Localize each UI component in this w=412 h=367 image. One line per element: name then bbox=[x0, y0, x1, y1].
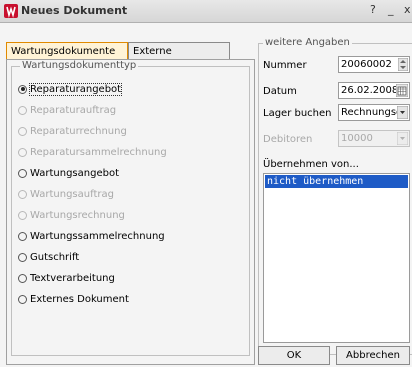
radio-reparaturrechnung[interactable]: Reparaturrechnung bbox=[18, 124, 127, 138]
calendar-icon[interactable] bbox=[396, 84, 408, 97]
tab-externe-dokumente[interactable]: Externe Dokumente bbox=[128, 42, 230, 75]
tab-label: Wartungsdokumente bbox=[11, 46, 116, 57]
radio-wartungsauftrag[interactable]: Wartungsauftrag bbox=[18, 187, 114, 201]
uebernehmen-label: Übernehmen von... bbox=[263, 159, 359, 170]
app-icon bbox=[4, 4, 18, 18]
radio-wartungsrechnung[interactable]: Wartungsrechnung bbox=[18, 208, 125, 222]
debitoren-value: 10000 bbox=[341, 133, 373, 144]
radio-icon bbox=[18, 210, 27, 220]
radio-icon bbox=[18, 126, 27, 136]
nummer-value: 20060002 bbox=[341, 59, 392, 70]
lager-value: Rechnungsd bbox=[341, 107, 403, 118]
datum-label: Datum bbox=[263, 86, 297, 97]
radio-label: Externes Dokument bbox=[30, 293, 129, 305]
minimize-button[interactable]: _ bbox=[388, 3, 394, 16]
radio-label: Reparaturangebot bbox=[28, 82, 123, 96]
dropdown-icon[interactable] bbox=[397, 106, 408, 119]
help-button[interactable]: ? bbox=[370, 3, 376, 16]
radio-icon bbox=[18, 84, 27, 94]
debitoren-select[interactable]: 10000 bbox=[338, 130, 410, 147]
datum-field[interactable]: 26.02.2008 bbox=[338, 82, 410, 99]
radio-wartungssammelrechnung[interactable]: Wartungssammelrechnung bbox=[18, 229, 165, 243]
lager-select[interactable]: Rechnungsd bbox=[338, 104, 410, 121]
radio-icon bbox=[18, 189, 27, 199]
radio-gutschrift[interactable]: Gutschrift bbox=[18, 250, 79, 264]
ok-button[interactable]: OK bbox=[258, 346, 330, 365]
radio-label: Gutschrift bbox=[30, 251, 80, 263]
radio-reparatursammelrechnung[interactable]: Reparatursammelrechnung bbox=[18, 145, 167, 159]
radio-icon bbox=[18, 294, 27, 304]
dialog-body: Wartungsdokumente Externe Dokumente Wart… bbox=[0, 23, 412, 367]
radio-label: Textverarbeitung bbox=[30, 272, 115, 284]
nummer-label: Nummer bbox=[263, 60, 307, 71]
radio-wartungsangebot[interactable]: Wartungsangebot bbox=[18, 166, 119, 180]
radio-reparaturauftrag[interactable]: Reparaturauftrag bbox=[18, 103, 116, 117]
radio-label: Wartungsrechnung bbox=[30, 209, 125, 221]
radio-reparaturangebot[interactable]: Reparaturangebot bbox=[18, 82, 123, 96]
radio-icon bbox=[18, 231, 27, 241]
datum-value: 26.02.2008 bbox=[341, 85, 399, 96]
radio-icon bbox=[18, 147, 27, 157]
nummer-field[interactable]: 20060002 bbox=[338, 56, 410, 73]
radio-icon bbox=[18, 273, 27, 283]
debitoren-label: Debitoren bbox=[263, 134, 313, 145]
radio-textverarbeitung[interactable]: Textverarbeitung bbox=[18, 271, 115, 285]
lager-label: Lager buchen bbox=[263, 108, 332, 119]
radio-label: Reparatursammelrechnung bbox=[30, 146, 167, 158]
details-label: weitere Angaben bbox=[263, 37, 352, 48]
title-bar: Neues Dokument ? _ x bbox=[0, 0, 412, 23]
radio-label: Wartungsauftrag bbox=[30, 188, 114, 200]
uebernehmen-list[interactable]: nicht übernehmen bbox=[263, 173, 410, 343]
dropdown-icon[interactable] bbox=[397, 132, 408, 145]
radio-icon bbox=[18, 168, 27, 178]
radio-icon bbox=[18, 252, 27, 262]
spinner-icon[interactable] bbox=[398, 58, 408, 71]
list-item-selected[interactable]: nicht übernehmen bbox=[265, 175, 408, 188]
radio-externes-dokument[interactable]: Externes Dokument bbox=[18, 292, 129, 306]
radio-label: Reparaturrechnung bbox=[30, 125, 127, 137]
radio-label: Wartungsangebot bbox=[30, 167, 119, 179]
tab-panel: Wartungsdokumenttyp Reparaturangebot Rep… bbox=[6, 59, 255, 365]
cancel-button[interactable]: Abbrechen bbox=[336, 346, 410, 365]
group-label: Wartungsdokumenttyp bbox=[20, 60, 139, 71]
radio-icon bbox=[18, 105, 27, 115]
close-button[interactable]: x bbox=[404, 3, 411, 16]
radio-label: Reparaturauftrag bbox=[30, 104, 117, 116]
window-title: Neues Dokument bbox=[21, 4, 128, 17]
radio-label: Wartungssammelrechnung bbox=[30, 230, 165, 242]
doc-type-group: Wartungsdokumenttyp Reparaturangebot Rep… bbox=[11, 60, 250, 356]
tab-wartungsdokumente[interactable]: Wartungsdokumente bbox=[6, 42, 128, 60]
